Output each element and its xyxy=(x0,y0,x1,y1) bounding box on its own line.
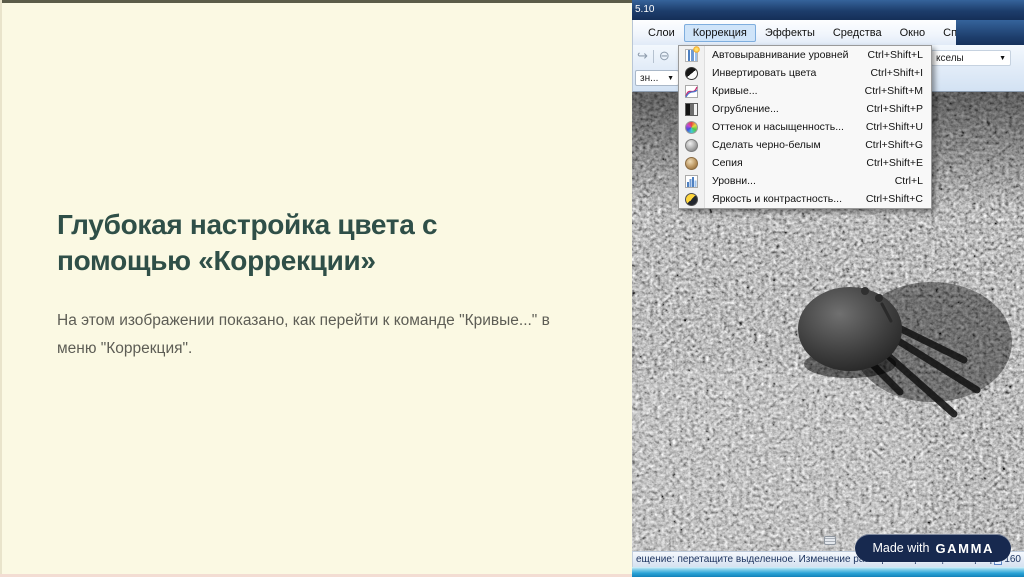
tool-combobox-value: зн... xyxy=(640,72,659,84)
made-with-gamma-badge[interactable]: Made with GAMMA xyxy=(855,534,1011,562)
posterize-icon xyxy=(685,102,698,116)
menu-item-brightness-contrast[interactable]: Яркость и контрастность... Ctrl+Shift+C xyxy=(679,190,931,208)
chevron-down-icon: ▼ xyxy=(667,74,674,82)
menu-item-posterize[interactable]: Огрубление... Ctrl+Shift+P xyxy=(679,100,931,118)
menu-item-levels[interactable]: Уровни... Ctrl+L xyxy=(679,172,931,190)
taskbar-strip[interactable] xyxy=(632,567,1024,577)
adjustments-menu: Автовыравнивание уровней Ctrl+Shift+L Ин… xyxy=(678,45,932,209)
redo-icon[interactable]: ↪ xyxy=(637,49,648,63)
menubar-end-glass xyxy=(956,20,1024,45)
menubar-item-adjustments[interactable]: Коррекция xyxy=(683,23,756,42)
menu-item-hue-saturation[interactable]: Оттенок и насыщенность... Ctrl+Shift+U xyxy=(679,118,931,136)
tool-combobox[interactable]: зн... ▼ xyxy=(635,70,679,86)
menu-item-curves[interactable]: Кривые... Ctrl+Shift+M xyxy=(679,82,931,100)
sepia-icon xyxy=(685,156,698,170)
gamma-logo: GAMMA xyxy=(935,540,994,556)
auto-levels-icon xyxy=(685,45,700,62)
menubar-item-window[interactable]: Окно xyxy=(891,24,935,42)
hue-saturation-icon xyxy=(685,120,698,134)
paint-net-window: 5.10 Слои Коррекция Эффекты Средства Окн… xyxy=(632,0,1024,577)
menubar-item-effects[interactable]: Эффекты xyxy=(756,24,824,42)
menu-item-invert-colors[interactable]: Инвертировать цвета Ctrl+Shift+I xyxy=(679,64,931,82)
black-and-white-icon xyxy=(685,138,698,152)
menubar-item-utilities[interactable]: Средства xyxy=(824,24,891,42)
toolbar-buttons: ↪ ⊖ xyxy=(637,49,670,63)
slide-left-edge xyxy=(0,0,2,577)
menu-bar: Слои Коррекция Эффекты Средства Окно Спр… xyxy=(632,20,1024,45)
toolbar-separator xyxy=(652,49,654,63)
menu-item-sepia[interactable]: Сепия Ctrl+Shift+E xyxy=(679,154,931,172)
menu-item-auto-levels[interactable]: Автовыравнивание уровней Ctrl+Shift+L xyxy=(679,45,931,64)
slide: Глубокая настройка цвета с помощью «Корр… xyxy=(0,0,1024,577)
menu-item-black-and-white[interactable]: Сделать черно-белым Ctrl+Shift+G xyxy=(679,136,931,154)
slide-content: Глубокая настройка цвета с помощью «Корр… xyxy=(57,207,587,364)
brightness-contrast-icon xyxy=(685,192,698,206)
slide-title: Глубокая настройка цвета с помощью «Корр… xyxy=(57,209,438,277)
menubar-item-layers[interactable]: Слои xyxy=(639,24,684,42)
chevron-down-icon: ▼ xyxy=(999,54,1006,62)
curves-icon xyxy=(685,84,698,98)
badge-prefix: Made with xyxy=(872,541,930,555)
units-combobox-value: кселы xyxy=(936,52,964,64)
selection-handle[interactable] xyxy=(824,536,836,545)
units-combobox[interactable]: кселы ▼ xyxy=(931,50,1011,66)
window-title: 5.10 xyxy=(635,4,655,15)
slide-description: На этом изображении показано, как перейт… xyxy=(57,311,550,358)
levels-icon xyxy=(685,174,698,188)
window-titlebar[interactable]: 5.10 xyxy=(632,0,1024,20)
zoom-out-icon[interactable]: ⊖ xyxy=(659,49,670,63)
invert-colors-icon xyxy=(685,66,698,80)
